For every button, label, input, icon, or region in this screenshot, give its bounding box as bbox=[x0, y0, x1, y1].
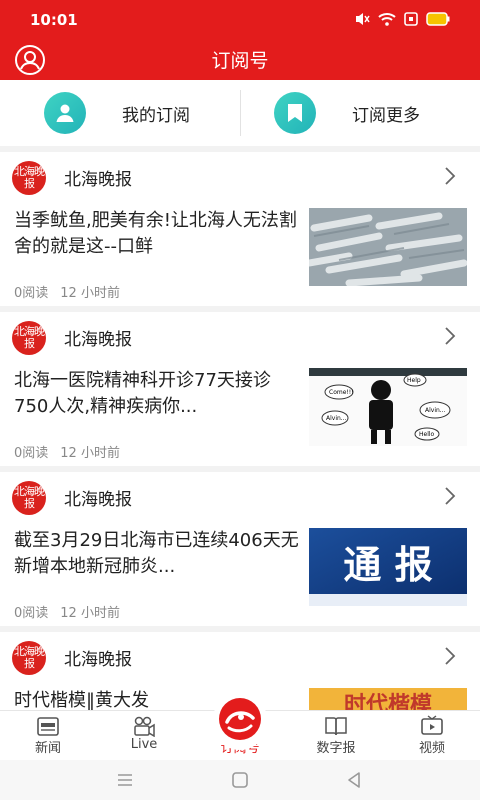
my-subscriptions-button[interactable]: 我的订阅 bbox=[0, 80, 240, 146]
article-title[interactable]: 截至3月29日北海市已连续406天无新增本地新冠肺炎... bbox=[14, 528, 300, 580]
article-source: 北海晚报 bbox=[64, 330, 132, 350]
article-card[interactable]: 北海晚报 北海晚报 截至3月29日北海市已连续406天无新增本地新冠肺炎... … bbox=[0, 472, 480, 626]
article-title[interactable]: 当季鱿鱼,肥美有余!让北海人无法割舍的就是这--口鲜 bbox=[14, 208, 300, 260]
read-count: 0阅读 bbox=[14, 446, 49, 461]
my-subscriptions-label: 我的订阅 bbox=[122, 106, 190, 126]
chevron-right-icon[interactable] bbox=[444, 486, 456, 506]
back-icon[interactable] bbox=[342, 768, 366, 792]
notice-banner[interactable]: 通 报 bbox=[309, 528, 467, 606]
status-bar: 10:01 bbox=[0, 0, 480, 40]
menu-icon[interactable] bbox=[113, 768, 137, 792]
book-icon bbox=[325, 717, 347, 736]
article-source: 北海晚报 bbox=[64, 170, 132, 190]
chevron-right-icon[interactable] bbox=[444, 166, 456, 186]
source-logo: 北海晚报 bbox=[12, 641, 46, 675]
nav-video[interactable]: 视频 bbox=[384, 711, 480, 761]
tv-icon bbox=[421, 715, 443, 735]
source-logo: 北海晚报 bbox=[12, 481, 46, 515]
bookmark-icon bbox=[274, 92, 316, 134]
read-count: 0阅读 bbox=[14, 286, 49, 301]
article-meta: 0阅读 12 小时前 bbox=[14, 602, 132, 621]
notice-text: 通 报 bbox=[343, 543, 432, 587]
source-logo: 北海晚报 bbox=[12, 321, 46, 355]
article-source: 北海晚报 bbox=[64, 490, 132, 510]
bubble-text: Alvin... bbox=[326, 415, 347, 422]
video-camera-icon bbox=[134, 716, 155, 737]
squid-photo[interactable] bbox=[309, 208, 467, 286]
bubble-text: Help bbox=[407, 377, 421, 384]
more-subscriptions-label: 订阅更多 bbox=[352, 106, 420, 126]
mute-icon bbox=[356, 13, 370, 25]
bubble-text: Come!!! bbox=[329, 389, 354, 396]
bubble-text: Hello bbox=[419, 431, 435, 438]
page-title: 订阅号 bbox=[211, 50, 269, 72]
system-nav bbox=[0, 760, 480, 800]
logo-text: 北海晚报 bbox=[14, 325, 45, 350]
read-count: 0阅读 bbox=[14, 606, 49, 621]
article-card[interactable]: 北海晚报 北海晚报 当季鱿鱼,肥美有余!让北海人无法割舍的就是这--口鲜 0阅读… bbox=[0, 152, 480, 306]
article-meta: 0阅读 12 小时前 bbox=[14, 442, 132, 461]
status-icons bbox=[354, 12, 450, 26]
nav-live[interactable]: Live bbox=[96, 711, 192, 761]
nav-digital-paper[interactable]: 数字报 bbox=[288, 711, 384, 761]
logo-text: 北海晚报 bbox=[14, 485, 45, 510]
nav-news[interactable]: 新闻 bbox=[0, 711, 96, 761]
sim-icon bbox=[404, 12, 418, 26]
nav-label: 视频 bbox=[418, 741, 445, 756]
subscription-bar: 我的订阅 订阅更多 bbox=[0, 80, 480, 146]
wifi-icon bbox=[378, 13, 396, 26]
logo-text: 北海晚报 bbox=[14, 165, 45, 190]
article-source: 北海晚报 bbox=[64, 650, 132, 670]
battery-icon bbox=[426, 12, 450, 26]
more-subscriptions-button[interactable]: 订阅更多 bbox=[240, 80, 480, 146]
logo-text: 北海晚报 bbox=[14, 645, 45, 670]
header: 订阅号 bbox=[0, 40, 480, 80]
publish-time: 12 小时前 bbox=[60, 606, 120, 621]
article-card[interactable]: 北海晚报 北海晚报 北海一医院精神科开诊77天接诊750人次,精神疾病你... … bbox=[0, 312, 480, 466]
nav-label: Live bbox=[130, 737, 158, 752]
nav-label: 数字报 bbox=[316, 741, 356, 756]
publish-time: 12 小时前 bbox=[60, 446, 120, 461]
article-feed[interactable]: 北海晚报 北海晚报 当季鱿鱼,肥美有余!让北海人无法割舍的就是这--口鲜 0阅读… bbox=[0, 146, 480, 710]
article-meta: 0阅读 12 小时前 bbox=[14, 282, 132, 301]
home-icon[interactable] bbox=[228, 768, 252, 792]
era-model-banner[interactable]: 时代楷模 bbox=[309, 688, 467, 710]
chevron-right-icon[interactable] bbox=[444, 646, 456, 666]
stressed-figure-illustration[interactable]: Help Come!!! Alvin... Alvin... Hello bbox=[309, 368, 467, 446]
bubble-text: Alvin... bbox=[425, 407, 446, 414]
person-icon bbox=[44, 92, 86, 134]
news-icon bbox=[37, 717, 59, 736]
source-logo: 北海晚报 bbox=[12, 161, 46, 195]
publish-time: 12 小时前 bbox=[60, 286, 120, 301]
status-time: 10:01 bbox=[30, 11, 78, 29]
banner-text: 时代楷模 bbox=[344, 693, 433, 710]
subscription-logo-icon[interactable] bbox=[219, 698, 261, 740]
article-title[interactable]: 北海一医院精神科开诊77天接诊750人次,精神疾病你... bbox=[14, 368, 300, 420]
chevron-right-icon[interactable] bbox=[444, 326, 456, 346]
nav-label: 新闻 bbox=[34, 741, 61, 756]
